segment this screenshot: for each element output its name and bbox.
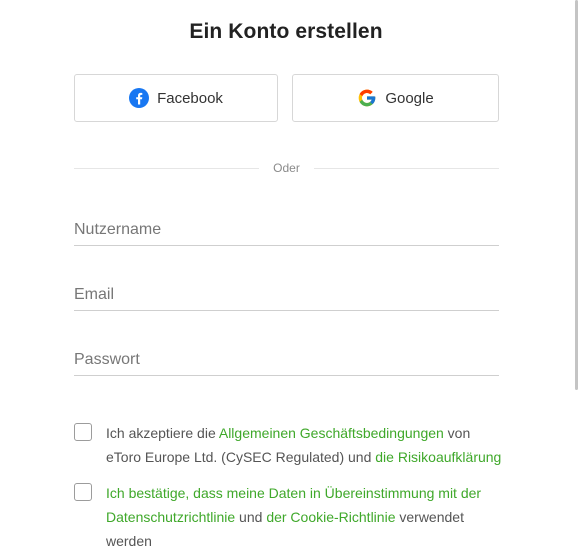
risk-disclosure-link[interactable]: die Risikoaufklärung [375,449,501,465]
facebook-login-button[interactable]: Facebook [74,74,278,122]
page-title: Ein Konto erstellen [189,20,383,43]
terms-text-pre: Ich akzeptiere die [106,425,219,441]
username-input[interactable] [74,215,499,245]
google-login-button[interactable]: Google [292,74,499,122]
google-button-label: Google [385,89,434,107]
email-field-wrapper [74,280,499,311]
email-input[interactable] [74,280,499,310]
facebook-icon [129,88,150,108]
terms-consent-row: Ich akzeptiere die Allgemeinen Geschäfts… [74,421,504,469]
terms-link[interactable]: Allgemeinen Geschäftsbedingungen [219,425,444,441]
or-divider: Oder [74,160,499,176]
google-icon [357,88,377,108]
privacy-checkbox[interactable] [74,483,92,501]
divider-line-right [313,167,499,169]
password-field-wrapper [74,345,499,376]
cookie-policy-link[interactable]: der Cookie-Richtlinie [266,509,395,525]
divider-label: Oder [273,161,300,175]
password-input[interactable] [74,345,499,375]
facebook-button-label: Facebook [157,89,223,107]
privacy-consent-row: Ich bestätige, dass meine Daten in Übere… [74,481,504,553]
terms-text: Ich akzeptiere die Allgemeinen Geschäfts… [106,421,504,469]
username-field-wrapper [74,215,499,246]
terms-checkbox[interactable] [74,423,92,441]
privacy-text: Ich bestätige, dass meine Daten in Übere… [106,481,504,553]
divider-line-left [74,167,260,169]
privacy-text-mid: und [235,509,267,525]
